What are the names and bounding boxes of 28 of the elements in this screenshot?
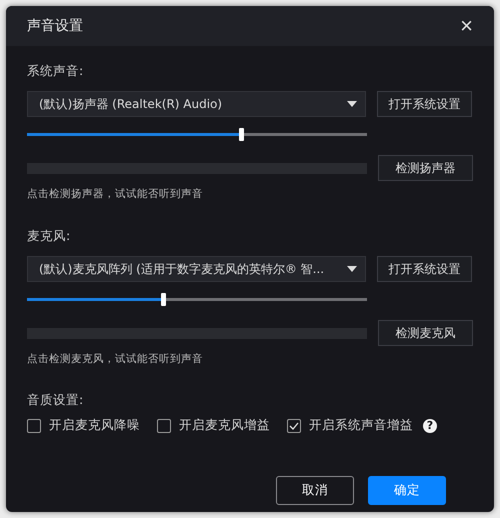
checkbox-label: 开启麦克风降噪 (49, 417, 140, 434)
checkbox[interactable] (287, 418, 301, 432)
checkbox[interactable] (27, 418, 41, 432)
hint-text: 点击检测扬声器，试试能否听到声音 (27, 187, 204, 201)
caret-icon (347, 266, 357, 272)
caret-icon (347, 101, 357, 107)
slider-thumb[interactable] (161, 293, 166, 306)
test-button[interactable]: 检测麦克风 (378, 320, 473, 346)
device-dropdown[interactable]: (默认)扬声器 (Realtek(R) Audio) (27, 91, 366, 117)
section-label: 系统声音: (27, 63, 84, 80)
hint-text: 点击检测麦克风，试试能否听到声音 (27, 352, 204, 366)
volume-slider[interactable] (27, 293, 367, 306)
help-icon[interactable]: ? (423, 418, 437, 432)
checkbox[interactable] (157, 418, 171, 432)
open-settings-button[interactable]: 打开系统设置 (377, 256, 472, 282)
open-settings-button[interactable]: 打开系统设置 (377, 91, 472, 117)
cancel-button[interactable]: 取消 (276, 476, 354, 505)
section-label: 麦克风: (27, 228, 72, 245)
volume-slider[interactable] (27, 128, 367, 141)
device-dropdown[interactable]: (默认)麦克风阵列 (适用于数字麦克风的英特尔® 智... (27, 256, 366, 282)
slider-thumb[interactable] (239, 128, 244, 141)
close-button[interactable]: × (460, 15, 473, 37)
checkbox-label: 开启麦克风增益 (179, 417, 270, 434)
checkbox-label: 开启系统声音增益 (309, 417, 413, 434)
test-button[interactable]: 检测扬声器 (378, 155, 473, 181)
section-label: 音质设置: (27, 392, 84, 409)
dialog-title: 声音设置 (27, 17, 83, 35)
confirm-button[interactable]: 确定 (368, 476, 446, 505)
